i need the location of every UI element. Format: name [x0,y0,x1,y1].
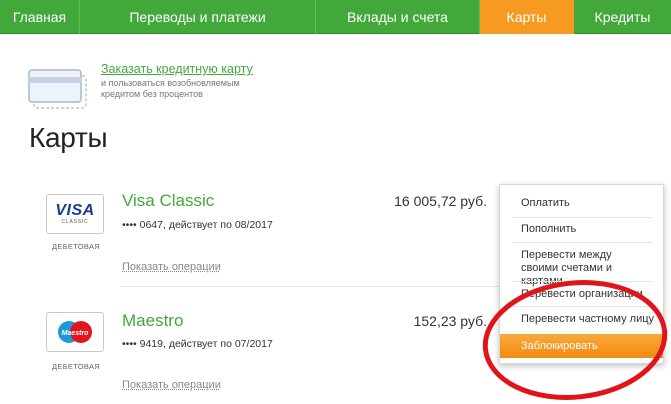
card-divider [120,286,500,287]
nav-tab-deposits[interactable]: Вклады и счета [316,0,480,34]
promo-description: и пользоваться возобновляемым кредитом б… [101,78,240,99]
card-type-label: ДЕБЕТОВАЯ [52,242,100,251]
maestro-logo-text: Maestro [62,330,90,337]
card-actions-menu: Оплатить Пополнить Перевести между своим… [499,184,664,364]
menu-item-block[interactable]: Заблокировать [500,334,663,358]
menu-divider [512,306,652,307]
nav-tab-transfers[interactable]: Переводы и платежи [80,0,316,34]
show-operations-link-maestro[interactable]: Показать операции [122,379,221,391]
menu-divider [512,242,652,243]
nav-tab-cards[interactable]: Карты [480,0,574,34]
card-name-maestro[interactable]: Maestro [122,311,183,331]
visa-logo-text: VISA [55,202,95,219]
menu-item-transfer-person[interactable]: Перевести частному лицу [500,313,663,326]
card-name-visa-classic[interactable]: Visa Classic [122,191,214,211]
card-number-visa: •••• 0647, действует по 08/2017 [122,219,273,231]
nav-tab-credits[interactable]: Кредиты [574,0,671,34]
menu-divider [512,217,652,218]
card-type-label: ДЕБЕТОВАЯ [52,362,100,371]
visa-logo-subtext: CLASSIC [61,219,89,225]
page-title: Карты [29,122,108,153]
menu-item-pay[interactable]: Оплатить [500,197,663,210]
menu-item-top-up[interactable]: Пополнить [500,223,663,236]
card-balance-visa: 16 005,72 руб. [394,193,487,209]
menu-item-transfer-organization[interactable]: Перевести организации [500,288,663,301]
maestro-logo-icon[interactable]: Maestro [46,312,104,352]
credit-card-icon [28,68,88,110]
card-number-maestro: •••• 9419, действует по 07/2017 [122,338,273,350]
card-balance-maestro: 152,23 руб. [413,313,487,329]
menu-divider [512,281,652,282]
nav-tab-home[interactable]: Главная [0,0,80,34]
visa-logo-icon[interactable]: VISA CLASSIC [46,194,104,234]
top-navigation: Главная Переводы и платежи Вклады и счет… [0,0,671,34]
order-credit-card-link[interactable]: Заказать кредитную карту [101,62,253,76]
menu-item-transfer-own[interactable]: Перевести между своими счетами и картами [500,249,650,288]
show-operations-link-visa[interactable]: Показать операции [122,261,221,273]
